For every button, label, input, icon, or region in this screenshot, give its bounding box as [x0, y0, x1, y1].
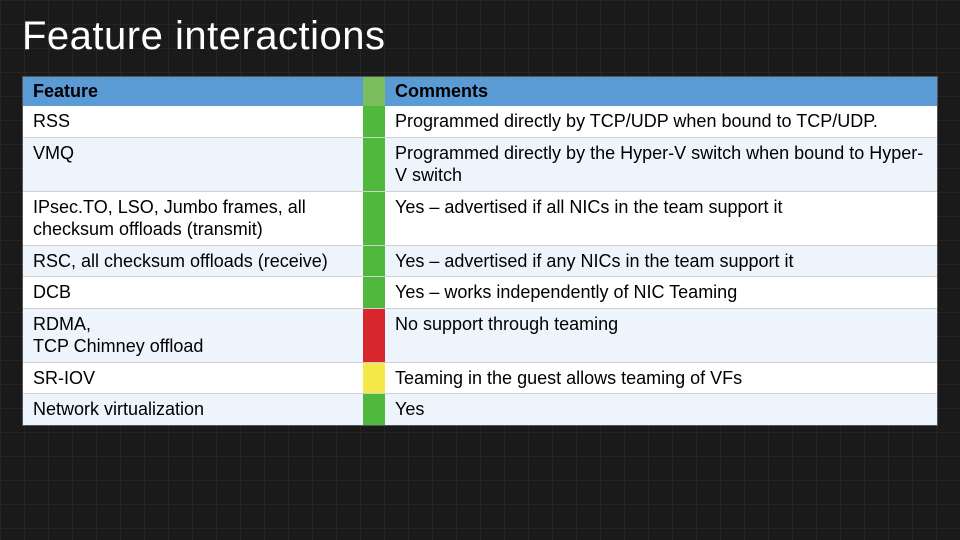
comment-cell: Yes: [385, 394, 937, 425]
comment-cell: Programmed directly by TCP/UDP when boun…: [385, 106, 937, 137]
comment-cell: Programmed directly by the Hyper-V switc…: [385, 137, 937, 191]
table-row: RSC, all checksum offloads (receive) Yes …: [23, 245, 937, 277]
table-row: Network virtualization Yes: [23, 394, 937, 425]
status-cell: [363, 191, 385, 245]
status-cell: [363, 277, 385, 309]
table-header-row: Feature Comments: [23, 77, 937, 106]
table-row: IPsec.TO, LSO, Jumbo frames, all checksu…: [23, 191, 937, 245]
status-cell: [363, 106, 385, 137]
comment-cell: No support through teaming: [385, 308, 937, 362]
comment-cell: Yes – advertised if any NICs in the team…: [385, 245, 937, 277]
feature-cell: VMQ: [23, 137, 363, 191]
status-cell: [363, 137, 385, 191]
table: Feature Comments RSS Programmed directly …: [23, 77, 937, 425]
page-title: Feature interactions: [22, 14, 938, 58]
feature-cell: IPsec.TO, LSO, Jumbo frames, all checksu…: [23, 191, 363, 245]
table-row: DCB Yes – works independently of NIC Team…: [23, 277, 937, 309]
feature-cell: Network virtualization: [23, 394, 363, 425]
comment-cell: Yes – works independently of NIC Teaming: [385, 277, 937, 309]
status-cell: [363, 308, 385, 362]
header-feature: Feature: [23, 77, 363, 106]
feature-cell: SR-IOV: [23, 362, 363, 394]
table-row: RDMA,TCP Chimney offload No support throu…: [23, 308, 937, 362]
feature-cell: RSC, all checksum offloads (receive): [23, 245, 363, 277]
feature-cell: DCB: [23, 277, 363, 309]
header-status: [363, 77, 385, 106]
comment-cell: Yes – advertised if all NICs in the team…: [385, 191, 937, 245]
feature-cell: RDMA,TCP Chimney offload: [23, 308, 363, 362]
table-row: VMQ Programmed directly by the Hyper-V sw…: [23, 137, 937, 191]
status-cell: [363, 245, 385, 277]
slide: Feature interactions Feature Comments RS…: [0, 0, 960, 540]
feature-table: Feature Comments RSS Programmed directly …: [22, 76, 938, 426]
table-row: SR-IOV Teaming in the guest allows teamin…: [23, 362, 937, 394]
header-comments: Comments: [385, 77, 937, 106]
status-cell: [363, 362, 385, 394]
comment-cell: Teaming in the guest allows teaming of V…: [385, 362, 937, 394]
table-row: RSS Programmed directly by TCP/UDP when b…: [23, 106, 937, 137]
feature-cell: RSS: [23, 106, 363, 137]
status-cell: [363, 394, 385, 425]
